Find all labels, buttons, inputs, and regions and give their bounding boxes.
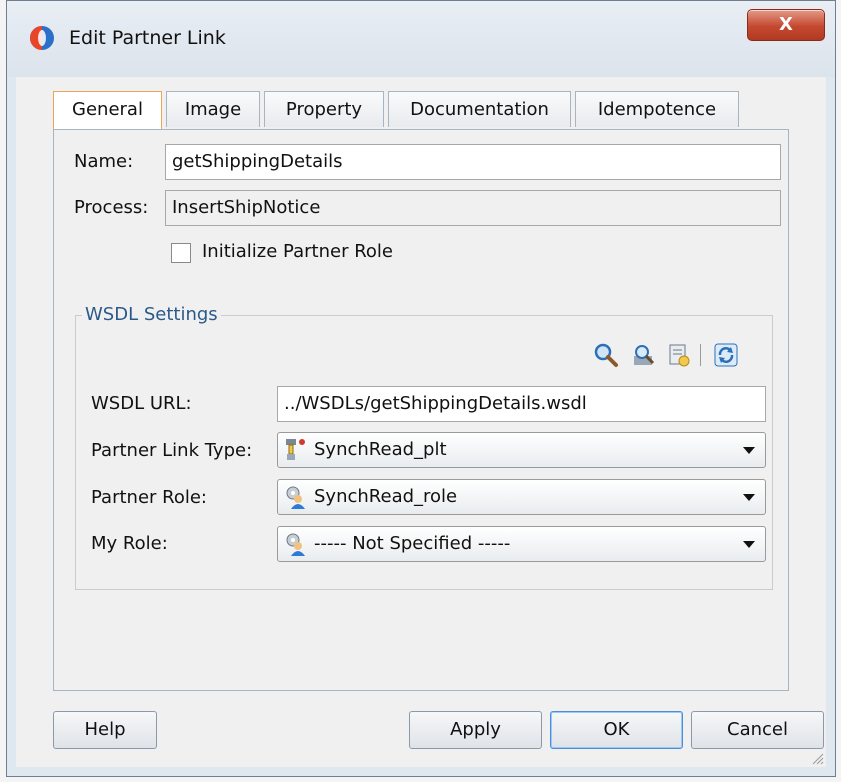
general-tab-panel: Name: getShippingDetails Process: Insert… (53, 129, 789, 691)
wsdl-url-field[interactable]: ../WSDLs/getShippingDetails.wsdl (277, 386, 766, 422)
help-button[interactable]: Help (53, 711, 157, 749)
service-explorer-icon[interactable] (666, 342, 692, 368)
wsdl-settings-title: WSDL Settings (82, 304, 221, 326)
title-bar[interactable]: Edit Partner Link X (7, 1, 835, 77)
process-label: Process: (74, 197, 149, 218)
search-icon[interactable] (593, 342, 619, 368)
dialog-body: General Image Property Documentation Ide… (16, 77, 826, 767)
tab-image[interactable]: Image (166, 91, 260, 127)
wsdl-settings-group: WSDL Settings WSDL URL: ../WSDLs/getShip… (75, 304, 773, 590)
refresh-icon[interactable] (713, 342, 739, 368)
partner-link-type-icon (286, 439, 305, 460)
partner-role-select[interactable]: SynchRead_role (277, 479, 766, 515)
initialize-partner-role-checkbox[interactable] (171, 243, 191, 263)
tab-idempotence[interactable]: Idempotence (575, 91, 739, 127)
tab-property[interactable]: Property (264, 91, 384, 127)
chevron-down-icon (743, 447, 755, 454)
my-role-label: My Role: (91, 533, 168, 554)
oracle-app-icon (30, 26, 54, 50)
partner-link-type-label: Partner Link Type: (91, 440, 253, 461)
my-role-select[interactable]: ----- Not Specified ----- (277, 526, 766, 562)
role-icon (286, 486, 305, 509)
name-label: Name: (74, 151, 134, 172)
initialize-partner-role-label[interactable]: Initialize Partner Role (202, 241, 393, 262)
browse-services-icon[interactable] (631, 342, 657, 368)
cancel-button[interactable]: Cancel (691, 711, 824, 749)
partner-link-type-value: SynchRead_plt (314, 439, 447, 460)
partner-role-label: Partner Role: (91, 487, 207, 508)
my-role-value: ----- Not Specified ----- (314, 533, 511, 554)
ok-button[interactable]: OK (550, 711, 683, 749)
tab-documentation[interactable]: Documentation (388, 91, 571, 127)
wsdl-url-label: WSDL URL: (91, 393, 192, 414)
tab-general[interactable]: General (53, 91, 162, 129)
resize-grip-icon[interactable] (810, 751, 824, 765)
close-button[interactable]: X (747, 9, 825, 41)
chevron-down-icon (743, 541, 755, 548)
role-icon (286, 533, 305, 556)
toolbar-separator (700, 344, 701, 366)
partner-role-value: SynchRead_role (314, 486, 458, 507)
chevron-down-icon (743, 494, 755, 501)
edit-partner-link-dialog: Edit Partner Link X General Image Proper… (6, 0, 836, 777)
process-field: InsertShipNotice (165, 190, 781, 226)
name-field[interactable]: getShippingDetails (165, 144, 781, 180)
apply-button[interactable]: Apply (409, 711, 542, 749)
window-title: Edit Partner Link (69, 27, 226, 49)
partner-link-type-select[interactable]: SynchRead_plt (277, 432, 766, 468)
